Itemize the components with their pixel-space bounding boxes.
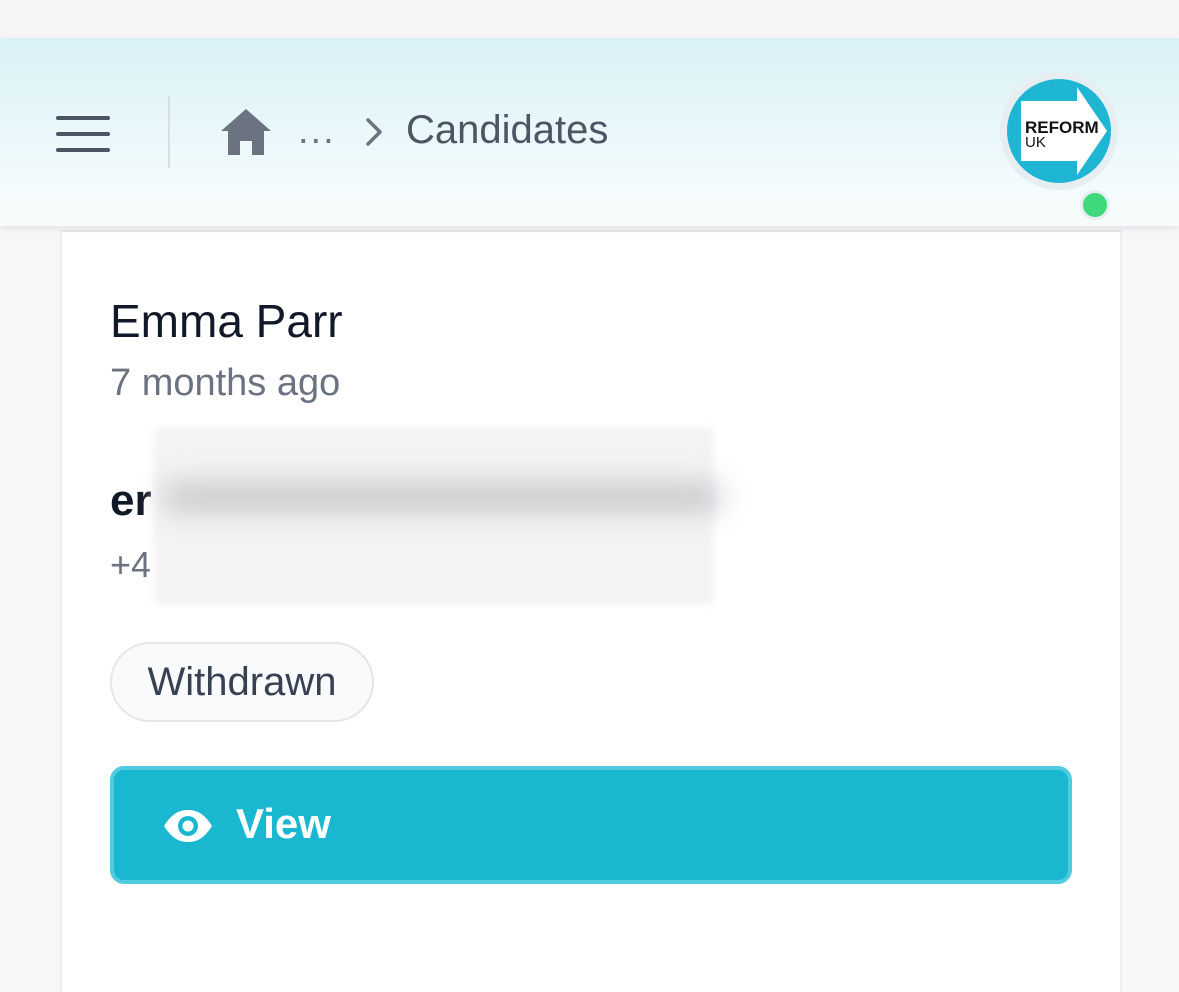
menu-icon-line — [56, 148, 110, 152]
view-button-label: View — [236, 800, 331, 847]
status-badge: Withdrawn — [110, 642, 374, 722]
header-divider — [168, 96, 170, 168]
avatar-logo-circle: REFORM UK — [1007, 79, 1111, 183]
online-status-dot — [1080, 190, 1110, 220]
status-bar — [0, 0, 1179, 38]
chevron-right-icon — [366, 118, 382, 146]
candidate-time-ago: 7 months ago — [110, 362, 341, 404]
candidate-card: Emma Parr 7 months ago er +4 Withdrawn V… — [60, 230, 1122, 992]
menu-icon-line — [56, 132, 110, 136]
avatar[interactable]: REFORM UK — [1000, 72, 1118, 220]
breadcrumb-ellipsis[interactable]: ... — [298, 110, 336, 153]
home-icon[interactable] — [218, 106, 274, 158]
menu-button[interactable] — [52, 108, 116, 156]
breadcrumb-current: Candidates — [406, 108, 609, 152]
candidate-email: er — [110, 476, 152, 525]
reform-uk-logo: REFORM UK — [1021, 87, 1107, 175]
menu-icon-line — [56, 116, 110, 120]
view-button[interactable]: View — [110, 766, 1072, 884]
eye-icon — [164, 810, 212, 842]
redaction-blur — [154, 428, 714, 604]
candidate-phone: +4 — [110, 544, 152, 585]
candidate-name: Emma Parr — [110, 295, 343, 347]
redaction-blur-band — [162, 484, 722, 510]
logo-text-line2: UK — [1025, 134, 1046, 151]
top-header: ... Candidates REFORM UK — [0, 38, 1179, 226]
